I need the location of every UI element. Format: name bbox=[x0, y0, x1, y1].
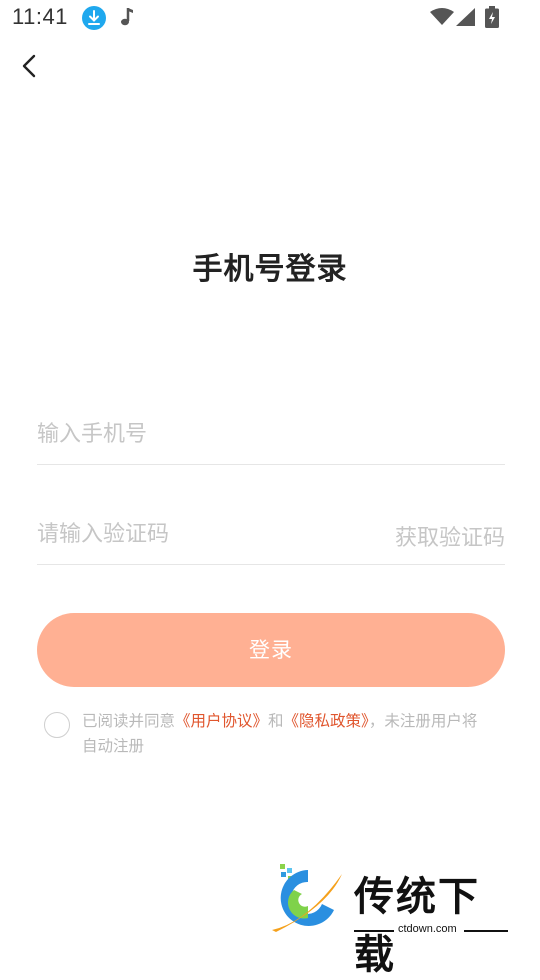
chevron-left-icon bbox=[22, 54, 36, 78]
login-button[interactable]: 登录 bbox=[37, 613, 505, 687]
get-code-button[interactable]: 获取验证码 bbox=[395, 520, 505, 552]
agreement-and: 和 bbox=[268, 712, 284, 730]
back-button[interactable] bbox=[14, 50, 46, 82]
privacy-policy-link[interactable]: 《隐私政策》 bbox=[284, 712, 369, 730]
watermark-line-left bbox=[354, 930, 394, 932]
download-icon bbox=[82, 6, 106, 30]
signal-icon bbox=[456, 8, 476, 30]
phone-input[interactable] bbox=[37, 412, 505, 456]
music-note-icon bbox=[120, 6, 136, 32]
agreement-checkbox[interactable] bbox=[44, 712, 70, 738]
status-time: 11:41 bbox=[12, 4, 68, 29]
watermark-name: 传统下载 bbox=[354, 874, 480, 978]
phone-input-row bbox=[37, 404, 505, 465]
watermark: 传统下载 ctdown.com bbox=[268, 860, 518, 978]
agreement-text: 已阅读并同意《用户协议》和《隐私政策》，未注册用户将自动注册 bbox=[82, 709, 492, 759]
wifi-icon bbox=[430, 8, 454, 30]
battery-charging-icon bbox=[485, 6, 499, 32]
watermark-logo-icon bbox=[272, 864, 342, 932]
verification-code-input[interactable] bbox=[37, 512, 357, 556]
watermark-url: ctdown.com bbox=[398, 923, 457, 935]
page-title: 手机号登录 bbox=[192, 252, 348, 287]
code-input-row: 获取验证码 bbox=[37, 504, 505, 565]
agreement-prefix: 已阅读并同意 bbox=[82, 712, 176, 730]
status-bar: 11:41 bbox=[0, 0, 540, 36]
watermark-line-right bbox=[464, 930, 508, 932]
user-agreement-link[interactable]: 《用户协议》 bbox=[175, 712, 268, 730]
